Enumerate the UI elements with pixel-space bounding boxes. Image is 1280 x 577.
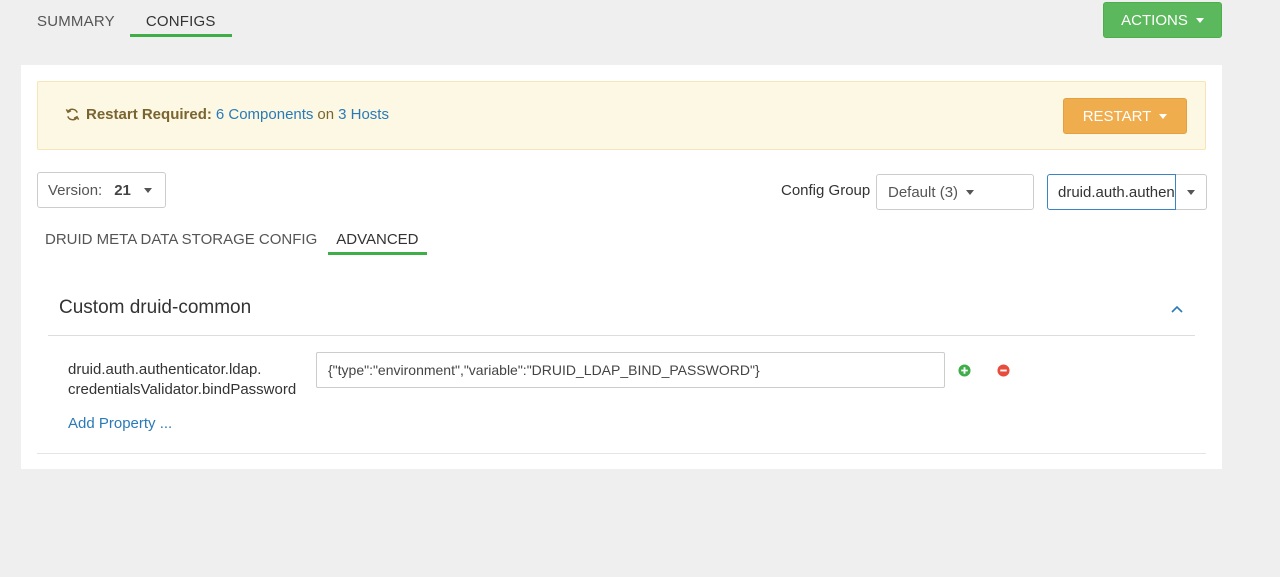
tab-summary[interactable]: SUMMARY <box>28 0 124 37</box>
plus-circle-icon[interactable] <box>958 364 971 377</box>
config-group-dropdown[interactable]: Default (3) <box>876 174 1034 210</box>
caret-down-icon <box>1159 113 1168 119</box>
version-dropdown[interactable]: Version: 21 <box>37 172 166 208</box>
config-group-label: Config Group <box>781 182 871 199</box>
restart-button[interactable]: RESTART <box>1063 98 1187 134</box>
caret-down-icon <box>1187 189 1195 195</box>
top-tabs: SUMMARY CONFIGS <box>28 0 238 38</box>
config-group-selected: Default (3) <box>888 183 959 201</box>
restart-message: Restart Required: 6 Components on 3 Host… <box>65 106 389 123</box>
property-value-input[interactable] <box>316 352 945 388</box>
config-panel: Restart Required: 6 Components on 3 Host… <box>21 65 1222 469</box>
restart-label: RESTART <box>1082 107 1152 125</box>
property-name: druid.auth.authenticator.ldap. credentia… <box>68 360 308 400</box>
restart-required-label: Restart Required: <box>86 106 212 123</box>
version-label: Version: <box>48 181 103 199</box>
property-name-line1: druid.auth.authenticator.ldap. <box>68 361 262 378</box>
caret-down-icon <box>1195 17 1204 23</box>
filter-control <box>1047 174 1207 210</box>
section-title: Custom druid-common <box>59 297 252 318</box>
chevron-up-icon[interactable] <box>1169 301 1185 317</box>
components-link[interactable]: 6 Components <box>216 106 314 123</box>
filter-input[interactable] <box>1047 174 1176 210</box>
hosts-link[interactable]: 3 Hosts <box>338 106 389 123</box>
add-property-link[interactable]: Add Property ... <box>68 415 172 432</box>
tab-druid-meta-data-storage-config[interactable]: DRUID META DATA STORAGE CONFIG <box>37 225 325 255</box>
config-sub-tabs: DRUID META DATA STORAGE CONFIG ADVANCED <box>37 225 430 255</box>
restart-alert: Restart Required: 6 Components on 3 Host… <box>37 81 1206 150</box>
filter-dropdown-button[interactable] <box>1176 174 1207 210</box>
actions-button[interactable]: ACTIONS <box>1103 2 1222 38</box>
tab-configs[interactable]: CONFIGS <box>129 0 232 37</box>
caret-down-icon <box>143 187 152 193</box>
connector-text: on <box>317 106 335 123</box>
version-value: 21 <box>114 181 131 199</box>
actions-label: ACTIONS <box>1121 11 1188 29</box>
panel-divider <box>37 453 1206 454</box>
property-name-line2: credentialsValidator.bindPassword <box>68 381 297 398</box>
caret-down-icon <box>966 189 975 195</box>
tab-advanced[interactable]: ADVANCED <box>328 225 427 255</box>
minus-circle-icon[interactable] <box>997 364 1010 377</box>
section-divider <box>48 335 1195 336</box>
refresh-icon <box>65 108 80 121</box>
